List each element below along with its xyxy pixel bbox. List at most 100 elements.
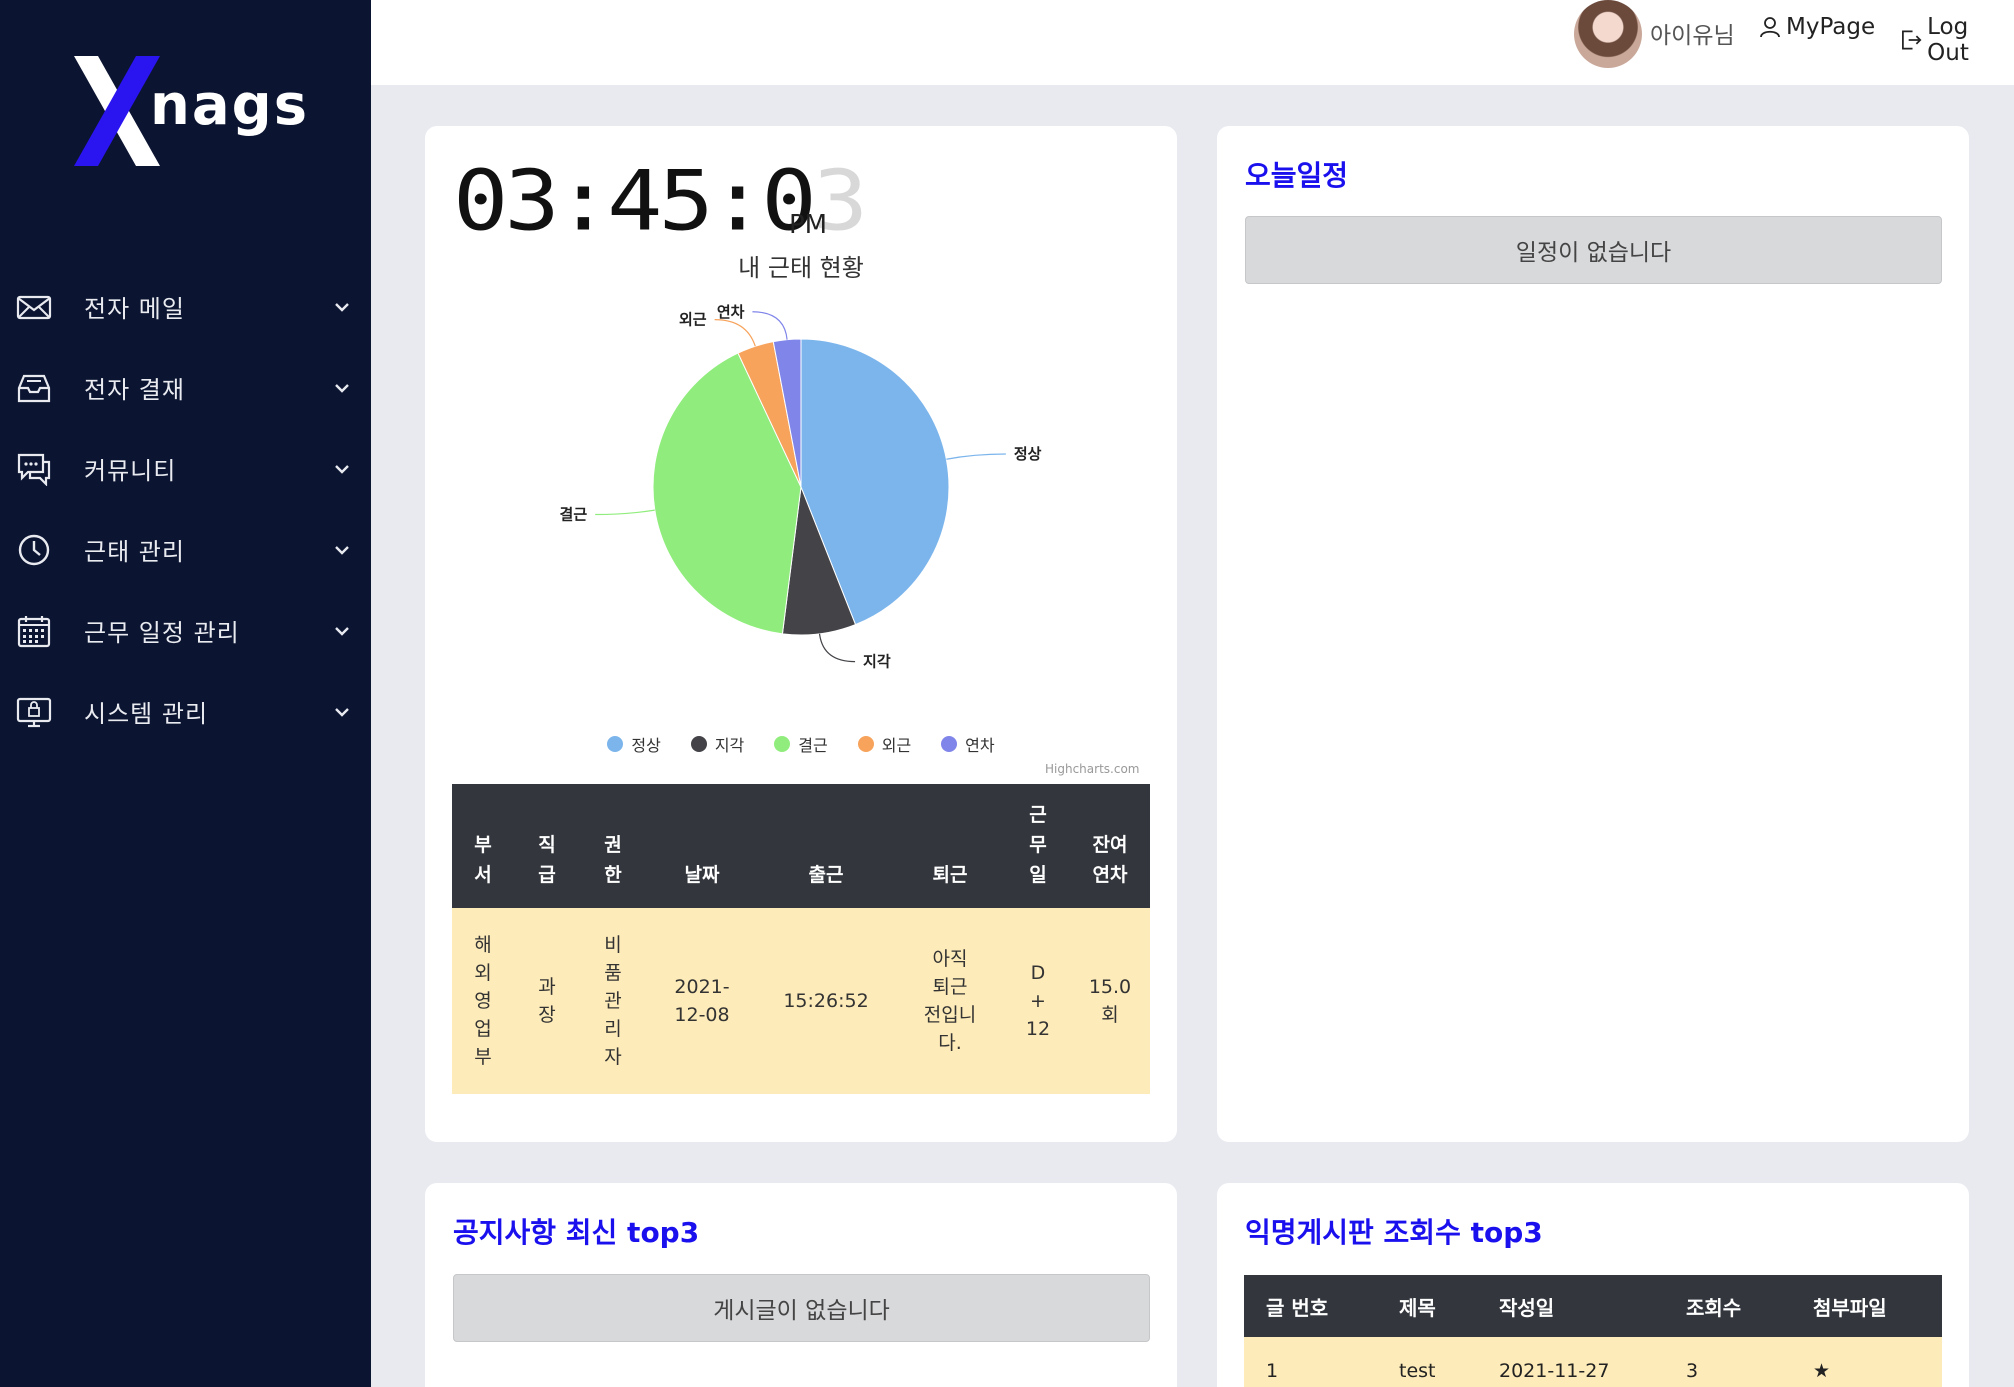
column-header: 권한 xyxy=(580,784,646,908)
chevron-down-icon xyxy=(335,546,349,555)
data-label-connector xyxy=(595,509,655,516)
today-schedule-card: 오늘일정 일정이 없습니다 xyxy=(1217,126,1969,1142)
empty-notice-message: 게시글이 없습니다 xyxy=(453,1274,1150,1342)
column-header: 날짜 xyxy=(646,784,758,908)
chevron-down-icon xyxy=(335,465,349,474)
sidebar-item-email[interactable]: 전자 메일 xyxy=(0,266,371,347)
column-header: 제목 xyxy=(1377,1275,1477,1337)
table-row: 해 외 영 업 부 과 장 비 품 관 리 자 2021- 12-08 15:26:52 아직 퇴근 전입니 다. D… xyxy=(452,908,1150,1094)
chevron-down-icon xyxy=(335,384,349,393)
legend-item[interactable]: 정상 xyxy=(607,732,661,756)
card-title: 공지사항 최신 top3 xyxy=(453,1216,700,1249)
monitor-lock-icon xyxy=(16,697,52,728)
data-label: 외근 xyxy=(679,311,707,329)
mail-icon xyxy=(16,295,52,320)
card-title: 익명게시판 조회수 top3 xyxy=(1245,1216,1543,1249)
legend-marker xyxy=(941,736,958,752)
clock-ampm: PM xyxy=(789,210,828,240)
sidebar-item-label: 전자 메일 xyxy=(84,295,185,323)
sidebar-item-approval[interactable]: 전자 결재 xyxy=(0,347,371,428)
sidebar-item-label: 시스템 관리 xyxy=(84,700,209,728)
anon-board-table: 글 번호 제목 작성일 조회수 첨부파일 1 test 2021-11-27 3 ★ xyxy=(1244,1275,1942,1387)
table-cell: D +12 xyxy=(1006,908,1070,1094)
legend-marker xyxy=(690,736,707,752)
legend-marker xyxy=(857,736,874,752)
sidebar: nags 전자 메일 전자 결재 커뮤니티 근태 관리 근무 일정 관리 시스템… xyxy=(0,0,371,1387)
chevron-down-icon xyxy=(335,627,349,636)
chart-legend: 정상 지각 결근 외근 연차 xyxy=(425,732,1177,756)
table-cell: 1 xyxy=(1244,1337,1377,1387)
column-header: 퇴근 xyxy=(894,784,1006,908)
column-header: 조회수 xyxy=(1664,1275,1791,1337)
sidebar-item-label: 커뮤니티 xyxy=(84,457,177,485)
clock-hours: 03 xyxy=(453,152,560,250)
table-cell: 15:26:52 xyxy=(758,908,894,1094)
mypage-link[interactable]: MyPage xyxy=(1758,14,1875,40)
data-label: 정상 xyxy=(1014,445,1042,463)
table-cell: 2021- 12-08 xyxy=(646,908,758,1094)
sidebar-menu: 전자 메일 전자 결재 커뮤니티 근태 관리 근무 일정 관리 시스템 관리 xyxy=(0,266,371,752)
attendance-pie-chart: 정상지각 결근 외근 연차 xyxy=(560,303,1042,671)
data-label: 결근 xyxy=(560,506,588,524)
logout-icon xyxy=(1902,30,1922,50)
data-label-connector xyxy=(752,311,788,340)
chat-bubbles-icon xyxy=(17,453,51,486)
logout-label: Log Out xyxy=(1927,14,1969,66)
legend-label: 지각 xyxy=(714,736,745,755)
anon-board-card: 익명게시판 조회수 top3 글 번호 제목 작성일 조회수 첨부파일 1 test 202… xyxy=(1217,1183,1969,1387)
column-header: 직급 xyxy=(514,784,580,908)
sidebar-item-label: 근무 일정 관리 xyxy=(84,619,240,647)
data-label: 지각 xyxy=(863,653,891,671)
sidebar-item-label: 근태 관리 xyxy=(84,538,185,566)
brand-wordmark: nags xyxy=(150,73,310,138)
column-header: 출근 xyxy=(758,784,894,908)
attendance-table: 부 서 직 급 권 한 날짜 출근 퇴근 근 무 일 잔여 연차 해 외 영 업 부 과 장 비 품 관 리 자 2021- 12-… xyxy=(452,784,1150,1094)
table-row[interactable]: 1 test 2021-11-27 3 ★ xyxy=(1244,1337,1942,1387)
table-cell: 과장 xyxy=(514,908,580,1094)
sidebar-item-work-schedule[interactable]: 근무 일정 관리 xyxy=(0,590,371,671)
legend-label: 연차 xyxy=(965,736,995,755)
x-logo-mark-icon xyxy=(74,56,160,166)
sidebar-item-label: 전자 결재 xyxy=(84,376,185,404)
legend-item[interactable]: 외근 xyxy=(857,732,912,756)
inbox-tray-icon xyxy=(17,374,51,403)
notice-card: 공지사항 최신 top3 게시글이 없습니다 xyxy=(425,1183,1177,1387)
sidebar-item-attendance[interactable]: 근태 관리 xyxy=(0,509,371,590)
legend-item[interactable]: 결근 xyxy=(774,732,828,756)
column-header: 첨부파일 xyxy=(1791,1275,1942,1337)
legend-item[interactable]: 연차 xyxy=(941,732,995,756)
sidebar-item-system[interactable]: 시스템 관리 xyxy=(0,671,371,752)
legend-label: 정상 xyxy=(631,736,661,755)
clock-icon xyxy=(18,534,50,566)
logout-link[interactable]: Log Out xyxy=(1900,14,2014,66)
data-label-connector xyxy=(714,319,756,347)
attendance-card: 03:45:03 PM 내 근태 현황 정상 지각 결근 외근 연차 정상 지각 결근 외근 연… xyxy=(425,126,1177,1142)
table-cell: 15.0 회 xyxy=(1070,908,1150,1094)
column-header: 근무일 xyxy=(1006,784,1070,908)
legend-item[interactable]: 지각 xyxy=(690,732,745,756)
clock-minutes: 45 xyxy=(607,152,714,250)
legend-label: 외근 xyxy=(881,736,912,755)
table-cell: 3 xyxy=(1664,1337,1791,1387)
username: 아이유님 xyxy=(1650,23,1735,49)
user-icon xyxy=(1760,17,1780,38)
chart-credits[interactable]: Highcharts.com xyxy=(1045,762,1139,776)
data-label-connector xyxy=(946,453,1006,460)
legend-label: 결근 xyxy=(798,736,828,755)
top-bar xyxy=(371,0,2014,85)
column-header: 글 번호 xyxy=(1244,1275,1377,1337)
data-label: 연차 xyxy=(717,303,745,321)
table-cell: 2021-11-27 xyxy=(1477,1337,1664,1387)
sidebar-item-community[interactable]: 커뮤니티 xyxy=(0,428,371,509)
table-cell: 비품관리자 xyxy=(580,908,646,1094)
column-header: 잔여 연차 xyxy=(1070,784,1150,908)
legend-marker xyxy=(774,736,791,752)
calendar-icon xyxy=(17,616,51,648)
column-header: 부서 xyxy=(452,784,514,908)
brand-logo[interactable]: nags xyxy=(72,56,307,166)
avatar[interactable] xyxy=(1574,0,1642,68)
column-header: 작성일 xyxy=(1477,1275,1664,1337)
table-cell: 해외영업부 xyxy=(452,908,514,1094)
chevron-down-icon xyxy=(335,303,349,312)
chevron-down-icon xyxy=(335,708,349,717)
